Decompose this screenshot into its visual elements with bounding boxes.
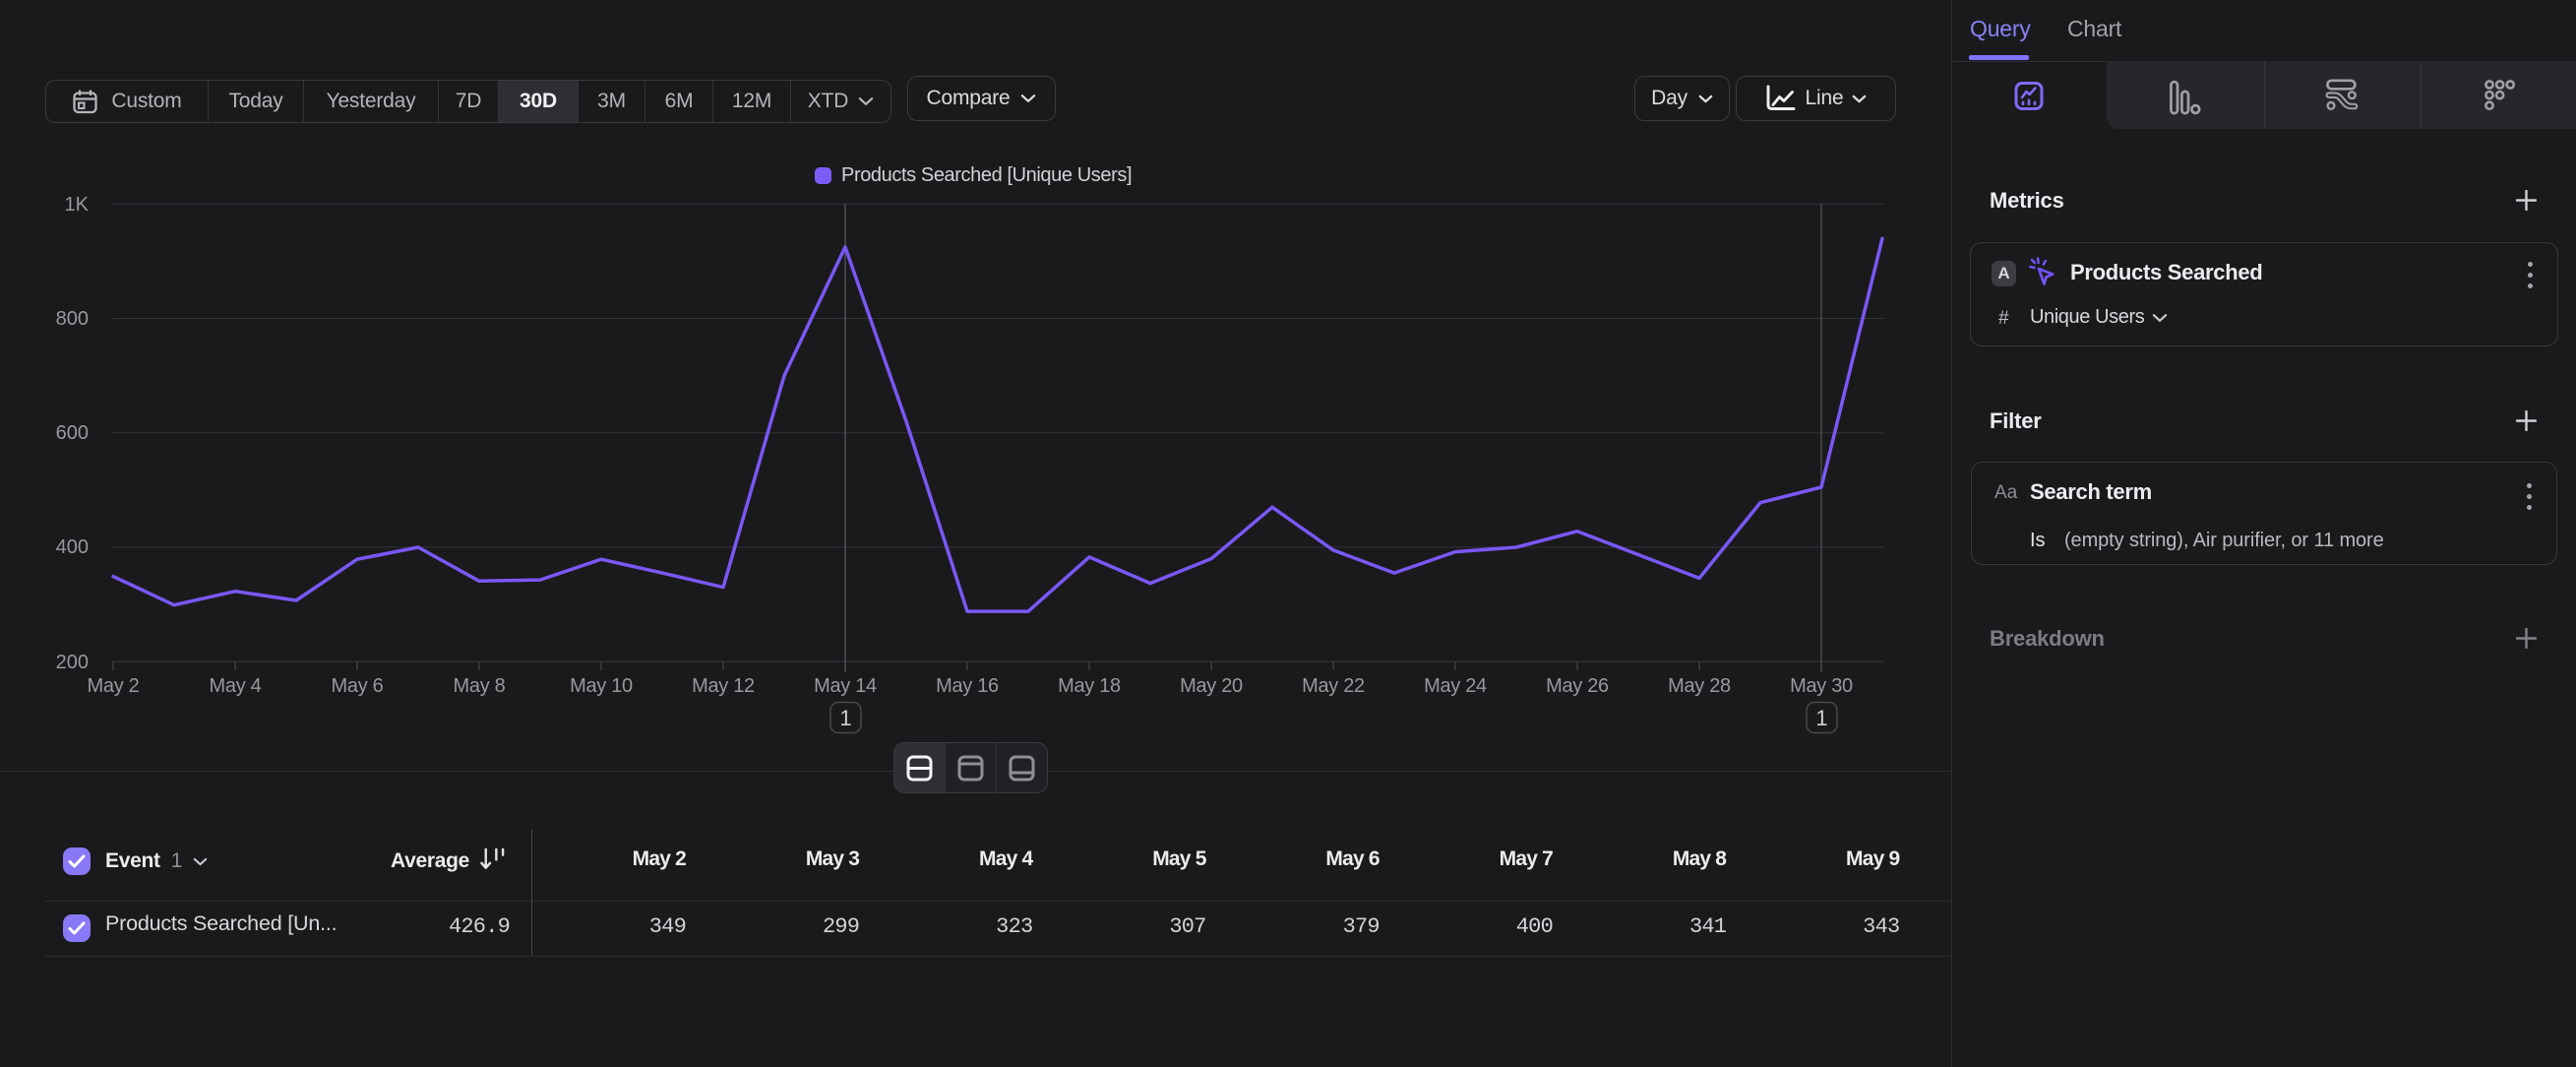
svg-text:400: 400 xyxy=(56,536,89,558)
svg-text:May 4: May 4 xyxy=(210,675,262,697)
svg-text:May 14: May 14 xyxy=(814,675,877,697)
svg-text:May 22: May 22 xyxy=(1302,675,1365,697)
svg-text:May 26: May 26 xyxy=(1546,675,1609,697)
svg-text:800: 800 xyxy=(56,308,89,330)
svg-text:May 24: May 24 xyxy=(1424,675,1487,697)
svg-text:1K: 1K xyxy=(65,194,90,216)
svg-text:May 2: May 2 xyxy=(88,675,140,697)
svg-text:May 10: May 10 xyxy=(570,675,633,697)
svg-text:600: 600 xyxy=(56,422,89,444)
svg-text:May 18: May 18 xyxy=(1058,675,1121,697)
svg-text:May 30: May 30 xyxy=(1790,675,1853,697)
svg-text:200: 200 xyxy=(56,652,89,673)
svg-text:May 20: May 20 xyxy=(1180,675,1243,697)
svg-text:May 16: May 16 xyxy=(936,675,999,697)
svg-text:May 28: May 28 xyxy=(1668,675,1731,697)
svg-text:May 8: May 8 xyxy=(454,675,506,697)
svg-text:May 12: May 12 xyxy=(692,675,755,697)
svg-text:May 6: May 6 xyxy=(332,675,384,697)
svg-text:1: 1 xyxy=(839,706,851,730)
svg-text:1: 1 xyxy=(1815,706,1827,730)
